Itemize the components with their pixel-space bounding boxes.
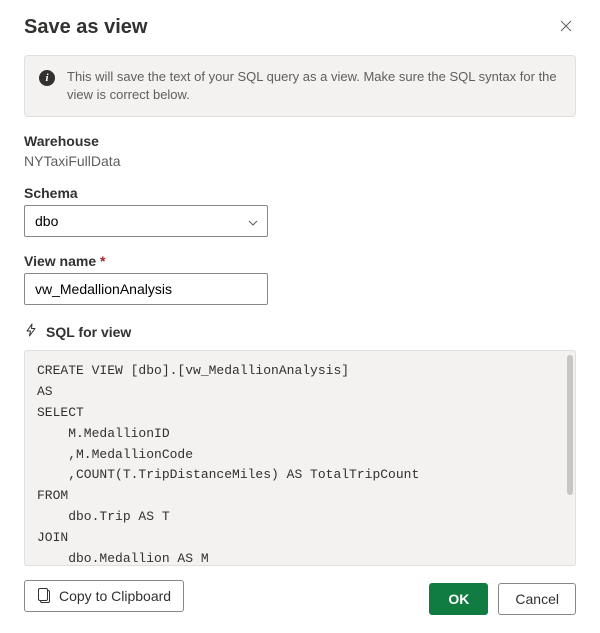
clipboard-icon [37, 588, 51, 604]
sql-lightning-icon [24, 323, 38, 340]
sql-header-text: SQL for view [46, 324, 131, 340]
dialog-title: Save as view [24, 16, 147, 39]
schema-select-wrap [24, 205, 268, 237]
ok-button[interactable]: OK [429, 583, 488, 615]
warehouse-value: NYTaxiFullData [24, 153, 576, 169]
sql-header: SQL for view [24, 323, 576, 340]
sql-code-content[interactable]: CREATE VIEW [dbo].[vw_MedallionAnalysis]… [25, 351, 575, 566]
close-button[interactable] [556, 16, 576, 38]
close-icon [560, 20, 572, 32]
required-asterisk: * [100, 253, 105, 269]
sql-code-box: CREATE VIEW [dbo].[vw_MedallionAnalysis]… [24, 350, 576, 566]
view-name-label-text: View name [24, 253, 96, 269]
view-name-label: View name * [24, 253, 576, 269]
view-name-input[interactable] [24, 273, 268, 305]
copy-to-clipboard-button[interactable]: Copy to Clipboard [24, 580, 184, 612]
info-icon: i [39, 70, 55, 86]
sql-scrollbar[interactable] [567, 355, 573, 495]
cancel-button[interactable]: Cancel [498, 583, 576, 615]
info-icon-wrap: i [39, 70, 55, 104]
warehouse-label: Warehouse [24, 133, 576, 149]
info-message: This will save the text of your SQL quer… [67, 68, 561, 104]
dialog-footer: OK Cancel [429, 583, 576, 615]
schema-select[interactable] [24, 205, 268, 237]
dialog-header: Save as view [24, 16, 576, 39]
schema-label: Schema [24, 185, 576, 201]
copy-button-label: Copy to Clipboard [59, 588, 171, 604]
info-banner: i This will save the text of your SQL qu… [24, 55, 576, 117]
